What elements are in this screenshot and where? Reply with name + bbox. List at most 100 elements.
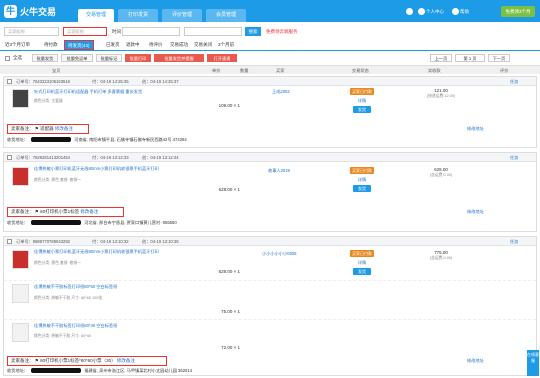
buyer-name[interactable]: 小小小小小小0508 (262, 251, 296, 257)
order-checkbox[interactable] (7, 239, 12, 244)
order-task-link[interactable]: 任务 (510, 237, 518, 246)
buyer-search-input[interactable]: 买家昵称 (4, 27, 59, 36)
order-task-link[interactable]: 任务 (510, 153, 518, 162)
order-number: 订单号：7629281413201454 (16, 155, 71, 160)
merge-service-link[interactable]: 免费领云端服务 (266, 27, 298, 36)
total-freight: (快递运费:12.00) (426, 93, 456, 98)
product-price: 628.00 × 1 (218, 269, 240, 274)
select-all-checkbox[interactable] (5, 56, 10, 61)
time-label: 时间 (112, 29, 121, 34)
select-all-label: 全选 (13, 55, 22, 60)
app-logo[interactable]: 牛 火牛交易 (4, 4, 56, 18)
order-card: 订单号：7629281413201454 付：04-19 13:12:33 创：… (3, 152, 537, 232)
ship-button[interactable]: 发货 (353, 268, 371, 275)
nav-tab-print[interactable]: 打印发货 (118, 9, 158, 22)
buyer-name[interactable]: 王成2002 (272, 89, 290, 95)
tab-3months[interactable]: 近3个月订单 (5, 40, 30, 50)
tab-success[interactable]: 交易成功 (170, 40, 188, 50)
product-price: 72.00 × 1 (221, 345, 240, 350)
user-center-label: 个人中心 (426, 9, 444, 14)
redacted-name (31, 368, 82, 374)
order-checkbox[interactable] (7, 155, 12, 160)
status-badge: 买家已付款 (350, 167, 374, 174)
buyer-name[interactable]: 故事人2019 (268, 168, 290, 174)
action-toolbar: 全选 批量发货 批量免运单 批量标记 批量打印 批量发货并提醒 打开速通 上一页… (0, 52, 540, 64)
product-thumbnail[interactable] (12, 323, 29, 342)
order-detail-link[interactable]: 详情 (347, 177, 377, 183)
total-freight: (含运费:0.00) (429, 255, 453, 260)
batch-mark-button[interactable]: 批量标记 (96, 54, 122, 62)
batch-ship-button[interactable]: 批量发货 (32, 54, 58, 62)
bull-logo-icon: 牛 (4, 4, 17, 18)
order-total: 628.00 (含运费:0.00) (416, 167, 466, 178)
ship-button[interactable]: 发货 (353, 185, 371, 192)
batch-print-button[interactable]: 批量打印 (125, 54, 151, 62)
upgrade-button[interactable]: 免费领3个月 (501, 6, 535, 17)
user-center-link[interactable]: 个人中心 (418, 7, 444, 16)
seller-note: 卖家备注： ⚑ 80打印机小票1标签*80*60小票（30） 修改备注 (7, 356, 167, 366)
batch-ship-notify-button[interactable]: 批量发货并提醒 (154, 54, 204, 62)
bell-icon (406, 8, 413, 15)
nav-tab-trade[interactable]: 交易管理 (78, 9, 114, 22)
product-title[interactable]: 佳博热敏不干胶标签打印纸60*40 空白标签纸 (34, 323, 184, 328)
seller-note-label: 卖家备注： (11, 358, 34, 363)
time-end-input[interactable] (184, 27, 242, 36)
tab-closed[interactable]: 交易关闭 (194, 40, 212, 50)
tab-to-review[interactable]: 待评价 (149, 40, 163, 50)
address-label: 收货地址： (7, 137, 28, 142)
tab-unpaid[interactable]: 待付款 (44, 40, 58, 50)
prev-page-button[interactable]: 上一页 (430, 54, 452, 62)
order-task-link[interactable]: 任务 (510, 77, 518, 86)
order-total: 775.00 (含运费:0.00) (416, 250, 466, 261)
product-title[interactable]: 佳博热敏小票打印机蓝牙无线80mm小票打印机收银票手机蓝牙打印 (34, 249, 184, 254)
seller-note: 卖家备注： ⚑ 适配器 修改备注 (7, 124, 89, 134)
batch-no-waybill-button[interactable]: 批量免运单 (61, 54, 93, 62)
product-thumbnail[interactable] (12, 284, 29, 303)
open-express-button[interactable]: 打开速通 (207, 54, 237, 62)
edit-address-link[interactable]: 修改地址 (467, 125, 484, 133)
edit-address-link[interactable]: 修改地址 (467, 357, 484, 365)
edit-note-link[interactable]: 修改备注 (117, 358, 135, 363)
tab-to-ship[interactable]: 待发货(43) (64, 40, 94, 50)
nav-tab-member[interactable]: 会员管理 (206, 9, 246, 22)
product-thumbnail[interactable] (12, 167, 29, 186)
col-review: 评价 (500, 68, 509, 73)
tab-older[interactable]: 3个月前 (218, 40, 234, 50)
product-thumbnail[interactable] (12, 89, 29, 108)
help-label: 帮助 (460, 9, 469, 14)
edit-address-link[interactable]: 修改地址 (467, 208, 484, 216)
seller-note-text: 80打印机小票1标签 (40, 209, 80, 214)
col-qty: 数量 (240, 68, 249, 73)
help-link[interactable]: 帮助 (452, 7, 469, 16)
notifications-link[interactable] (406, 7, 414, 16)
order-number: 订单号：7643223106163516 (16, 79, 71, 84)
address-text: 河北省, 邢台市宁晋县, 贾家口镇黄儿营村 -055550 (84, 220, 177, 225)
tab-refunding[interactable]: 退款中 (126, 40, 140, 50)
redacted-name (31, 137, 72, 143)
col-item: 宝贝 (52, 68, 61, 73)
edit-note-link[interactable]: 修改备注 (55, 126, 73, 131)
order-detail-link[interactable]: 详情 (347, 98, 377, 104)
time-start-input[interactable] (122, 27, 180, 36)
shipping-address: 收货地址： 福建省, 泉州市洛江区, 马甲镇某北村小丈园幼儿园 362014 (7, 367, 192, 375)
search-button[interactable]: 搜索 (245, 27, 261, 36)
order-checkbox[interactable] (7, 79, 12, 84)
order-card: 订单号：7643223106163516 付：04-19 14:25:35 创：… (3, 76, 537, 148)
edit-note-link[interactable]: 修改备注 (80, 209, 98, 214)
online-chat-widget[interactable]: 在线客服 (527, 350, 539, 376)
help-icon (452, 8, 459, 15)
order-detail-link[interactable]: 详情 (347, 260, 377, 266)
product-price: 628.00 × 1 (218, 187, 240, 192)
product-title[interactable]: 针式打印机蓝牙打印机适配器 手机打单 多客票据 重庆发货 (34, 89, 184, 94)
nav-tab-review[interactable]: 评价管理 (162, 9, 202, 22)
next-page-button[interactable]: 下一页 (488, 54, 510, 62)
page-select[interactable]: 第 1 页 (455, 54, 485, 62)
ship-button[interactable]: 发货 (353, 106, 371, 113)
product-title[interactable]: 佳博热敏不干胶标签打印纸80*60 空白标签纸 (34, 284, 184, 289)
product-thumbnail[interactable] (12, 250, 29, 269)
product-title[interactable]: 佳博热敏小票打印机蓝牙无线80mm小票打印机收银票手机蓝牙打印 (34, 166, 184, 171)
tab-shipped[interactable]: 已发货 (106, 40, 120, 50)
total-freight: (含运费:0.00) (429, 172, 453, 177)
product-price: 75.00 × 1 (221, 309, 240, 314)
buyer-nickname-input[interactable]: 买家昵称 (63, 27, 107, 36)
